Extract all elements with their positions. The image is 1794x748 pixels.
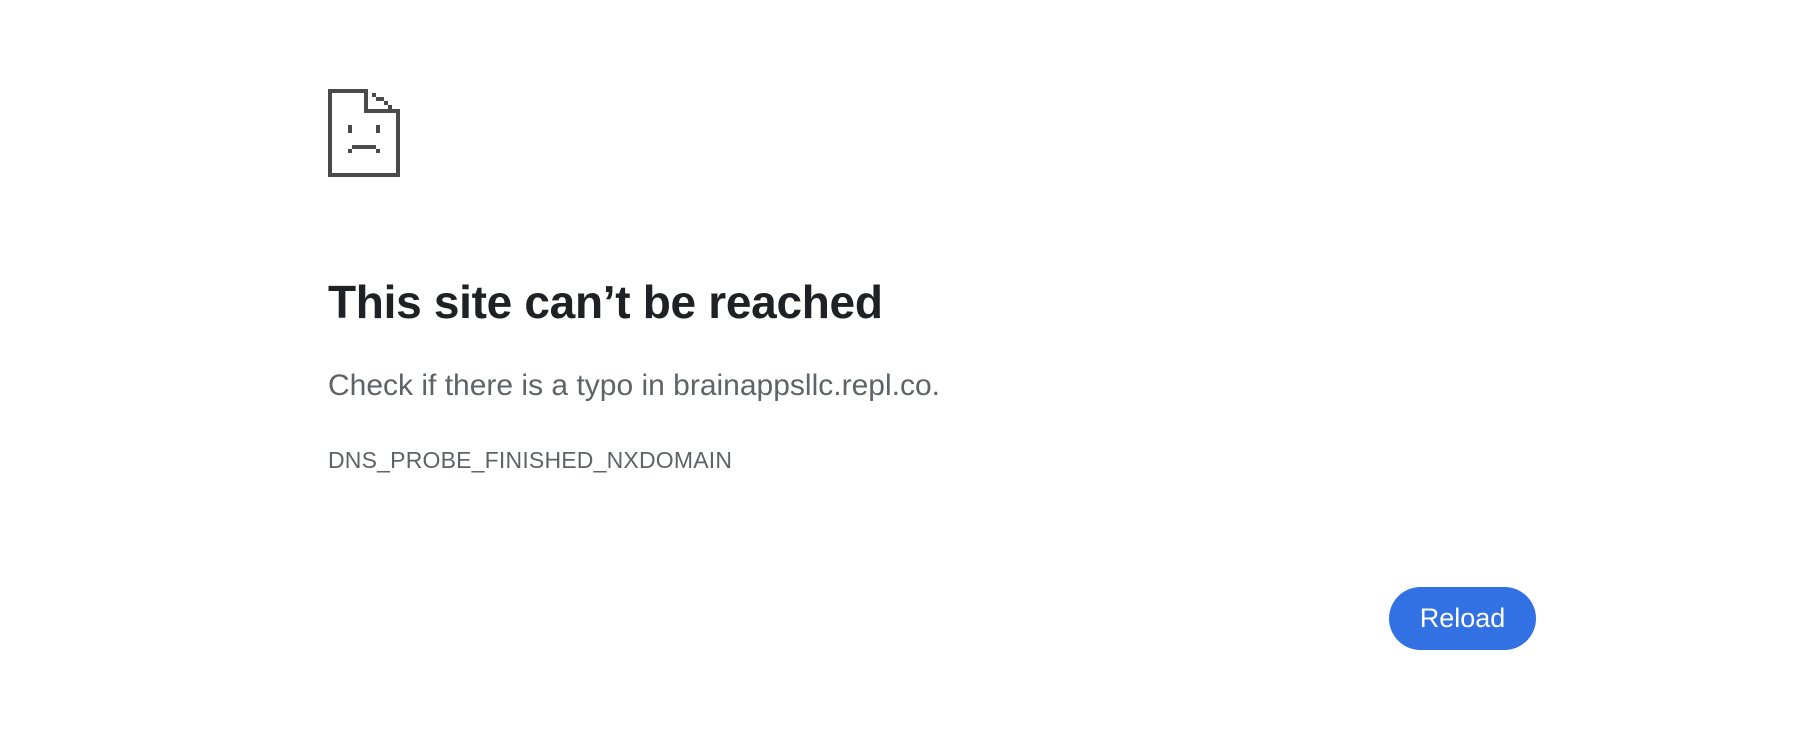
error-summary: Check if there is a typo in brainappsllc… (328, 369, 940, 402)
reload-button[interactable]: Reload (1389, 587, 1536, 650)
page-title: This site can’t be reached (328, 276, 883, 328)
sad-document-icon (328, 89, 400, 177)
error-page: This site can’t be reached Check if ther… (0, 0, 1794, 748)
error-code: DNS_PROBE_FINISHED_NXDOMAIN (328, 447, 733, 473)
